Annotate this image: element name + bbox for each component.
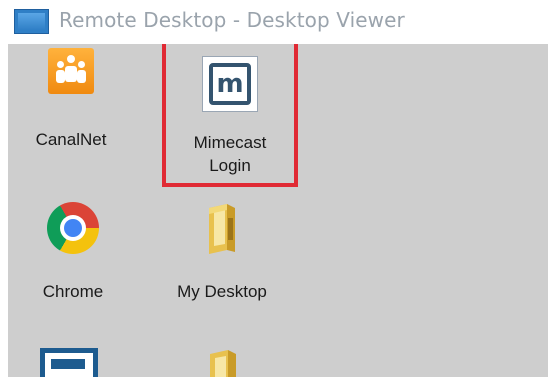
remote-desktop-window: Remote Desktop - Desktop Viewer CanalNet… <box>0 0 548 377</box>
chrome-icon <box>47 202 99 254</box>
remote-desktop-icon <box>14 9 49 34</box>
app-icon[interactable] <box>40 348 98 377</box>
desktop-icon-label: Chrome <box>42 282 104 301</box>
desktop-icon-label: My Desktop <box>177 282 267 301</box>
title-bar: Remote Desktop - Desktop Viewer <box>0 0 548 44</box>
desktop-area: CanalNet m Mimecast Login Chrome My Desk… <box>8 44 548 377</box>
desktop-icon-chrome[interactable]: Chrome <box>8 44 138 314</box>
folder-icon[interactable] <box>206 350 240 377</box>
window-title: Remote Desktop - Desktop Viewer <box>59 8 405 32</box>
desktop-icon-my-desktop[interactable]: My Desktop <box>157 44 287 314</box>
folder-icon <box>209 204 235 254</box>
